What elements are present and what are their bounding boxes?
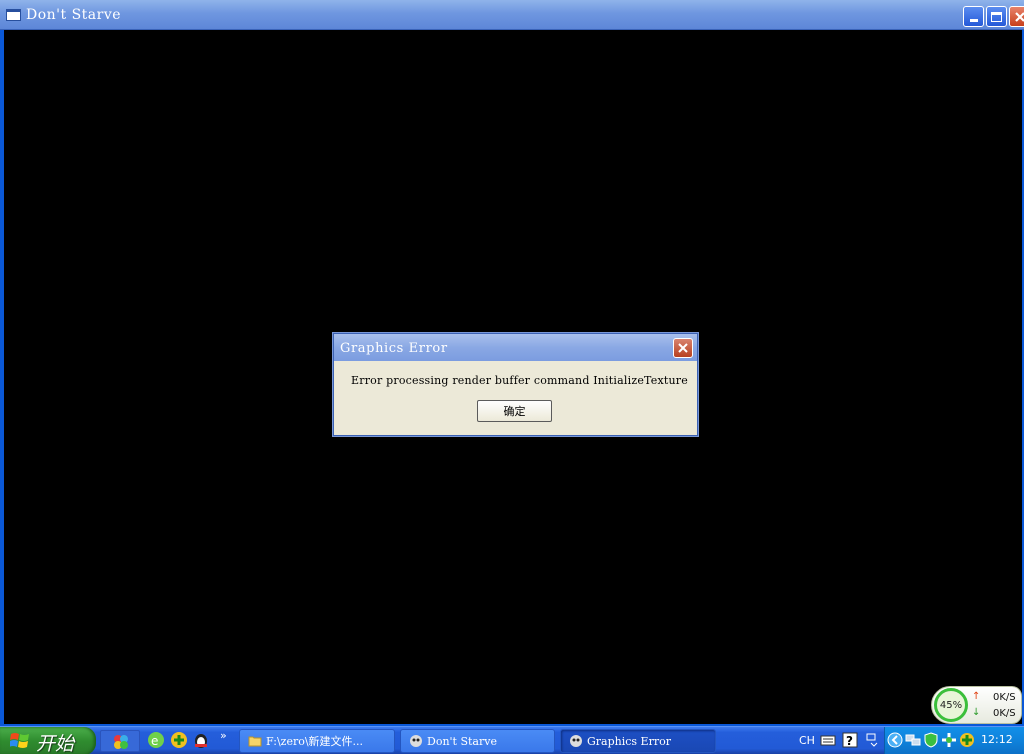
upload-arrow-icon: ↑ (972, 691, 981, 702)
task-label: F:\zero\新建文件... (266, 735, 364, 748)
windows-logo-icon (10, 733, 29, 748)
keyboard-icon[interactable] (820, 732, 836, 748)
svg-text:e: e (151, 734, 158, 748)
graphics-error-dialog: Graphics Error Error processing render b… (333, 333, 698, 436)
task-dont-starve[interactable]: Don't Starve (400, 729, 555, 753)
maximize-icon (991, 11, 1002, 22)
dialog-titlebar[interactable]: Graphics Error (334, 334, 697, 361)
language-indicator[interactable]: CH (799, 734, 815, 747)
start-label: 开始 (36, 733, 75, 754)
window-titlebar[interactable]: Don't Starve (0, 0, 1024, 30)
download-speed: 0K/S (993, 708, 1016, 719)
dialog-title: Graphics Error (340, 341, 448, 356)
network-connection-icon[interactable] (905, 732, 921, 748)
window-icon[interactable] (6, 9, 21, 21)
quick-launch-pinned[interactable] (100, 730, 140, 752)
task-graphics-error[interactable]: Graphics Error (560, 729, 716, 753)
minimize-button[interactable] (963, 6, 984, 27)
security-plus-icon[interactable] (170, 731, 188, 749)
task-label: Don't Starve (427, 734, 497, 748)
usage-percent-gauge: 45% (934, 688, 968, 722)
help-icon[interactable]: ? (842, 732, 858, 748)
dont-starve-icon (570, 735, 582, 747)
download-arrow-icon: ↓ (972, 707, 981, 718)
dont-starve-icon (410, 735, 422, 747)
window-title: Don't Starve (26, 7, 122, 23)
close-button[interactable] (1009, 6, 1024, 27)
tray-collapse-icon[interactable] (887, 732, 903, 748)
folder-icon (248, 736, 262, 747)
dialog-close-button[interactable] (673, 338, 693, 358)
security-shield-icon[interactable] (923, 732, 939, 748)
minimize-icon (969, 19, 978, 22)
svg-text:?: ? (846, 734, 853, 748)
ok-button[interactable]: 确定 (477, 400, 552, 422)
ie-browser-icon[interactable]: e (147, 731, 165, 749)
task-label: Graphics Error (587, 734, 671, 748)
ime-options-icon[interactable] (865, 732, 881, 748)
upload-speed: 0K/S (993, 692, 1016, 703)
close-icon (1014, 11, 1024, 22)
clock[interactable]: 12:12 (981, 733, 1013, 746)
maximize-button[interactable] (986, 6, 1007, 27)
qq-penguin-icon[interactable] (192, 731, 210, 749)
network-monitor-widget[interactable]: 45% ↑ 0K/S ↓ 0K/S (931, 686, 1022, 724)
guard-plus-icon[interactable] (959, 732, 975, 748)
close-icon (678, 343, 688, 353)
error-message: Error processing render buffer command I… (351, 374, 688, 387)
move-cross-icon[interactable] (941, 732, 957, 748)
taskbar: 开始 e » F:\zero\新建文件... Don't Starve Grap… (0, 726, 1024, 754)
pinwheel-app-icon (114, 735, 128, 749)
task-explorer-folder[interactable]: F:\zero\新建文件... (239, 729, 395, 753)
start-button[interactable]: 开始 (0, 727, 96, 754)
quick-launch-chevron[interactable]: » (220, 729, 227, 742)
